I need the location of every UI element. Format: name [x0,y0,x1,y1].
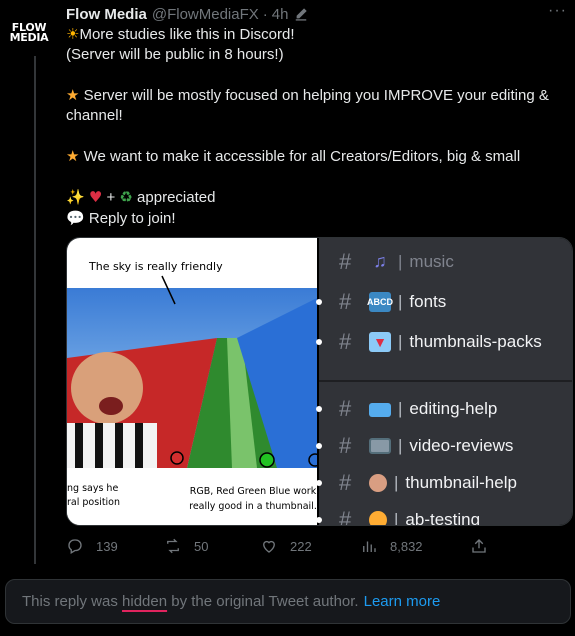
sun-icon: ☀ [66,25,80,43]
tweet-actions: 139 50 222 8,832 [66,536,496,556]
text-appreciated: appreciated [137,189,216,206]
text-line-6: Reply to join! [88,210,176,227]
unread-dot [316,479,322,486]
laptop-icon [369,402,391,417]
hash-icon: # [339,395,352,421]
hash-icon: # [339,506,352,526]
channel-music: # ♫ | music [319,243,572,280]
retweet-icon [167,538,179,554]
channel-video-reviews: # | video-reviews [316,427,572,464]
tweet-header: Flow Media @FlowMediaFX · 4h [66,4,565,24]
star-icon: ★ [66,86,80,104]
palette-icon [369,473,387,492]
hash-icon: # [339,469,352,495]
speech-bubble-icon: 💬 [66,209,85,227]
channel-editing-help: # | editing-help [316,390,572,427]
more-options-icon[interactable]: ··· [548,2,567,20]
share-button[interactable] [470,537,488,555]
heart-outline-icon [263,540,275,553]
channel-ab-testing: # | ab-testing [316,501,572,526]
tweet-text: ☀More studies like this in Discord! (Ser… [66,24,566,229]
hash-icon: # [339,288,352,314]
analytics-icon [363,541,376,552]
category-divider [319,380,572,382]
abcd-icon: ABCD [367,291,393,312]
caption-cut: ng says he ral position [67,483,121,508]
author-name[interactable]: Flow Media [66,6,147,23]
text-line-2: (Server will be public in 8 hours!) [66,46,284,63]
channel-fonts: # ABCD | fonts [316,283,572,320]
timestamp[interactable]: 4h [272,6,289,23]
channel-name: music [409,251,454,271]
caption-top: The sky is really friendly [89,260,223,273]
channel-separator: | [394,509,399,526]
text-line-4: We want to make it accessible for all Cr… [83,148,521,165]
reply-icon [68,539,82,554]
text-plus: + [106,189,116,206]
thumbnail-study-image: The sky is really friendly RGB, Red Gree… [67,238,322,525]
avatar[interactable]: FLOW MEDIA [8,12,50,54]
reply-button[interactable]: 139 [66,537,164,555]
text-line-1: More studies like this in Discord! [79,26,295,43]
media-image[interactable]: The sky is really friendly RGB, Red Gree… [66,237,573,526]
retweet-count: 50 [194,538,209,554]
channel-name: thumbnails-packs [409,331,542,351]
inbox-icon: ▼ [369,331,391,352]
avatar-text-line2: MEDIA [9,31,49,44]
discord-channel-list: # ♫ | music # ABCD | fonts # ▼ | thumbna… [316,238,572,526]
channel-name: video-reviews [409,435,514,455]
hash-icon: # [339,328,352,354]
share-icon [472,539,486,553]
edit-icon [296,8,308,21]
retweet-button[interactable]: 50 [164,537,260,555]
reply-count: 139 [96,538,118,554]
author-handle[interactable]: @FlowMediaFX [152,6,259,23]
hash-icon: # [339,248,352,274]
channel-separator: | [398,435,403,455]
separator-dot: · [262,5,268,23]
channel-name: editing-help [409,398,498,418]
views-button[interactable]: 8,832 [360,537,470,555]
unread-dot [316,298,322,305]
music-note-icon: ♫ [373,251,387,271]
notice-suffix: by the original Tweet author. [171,593,359,610]
sparkles-icon: ✨ [66,188,85,206]
heart-icon: ♥ [88,188,103,206]
learn-more-link[interactable]: Learn more [364,593,441,610]
channel-thumbnails-packs: # ▼ | thumbnails-packs [316,323,572,360]
channel-separator: | [398,291,403,311]
channel-name: thumbnail-help [405,472,517,492]
channel-separator: | [398,398,403,418]
star-icon: ★ [66,147,80,165]
unread-dot [316,516,322,523]
channel-name: ab-testing [405,509,481,526]
unread-dot [316,405,322,412]
views-count: 8,832 [390,538,423,554]
caption-bottom: RGB, Red Green Blue work really good in … [189,486,317,512]
recycle-icon: ♻ [119,188,133,206]
channel-name: fonts [409,291,447,311]
thread-line [34,56,36,564]
text-line-3: Server will be mostly focused on helping… [66,87,549,124]
hidden-reply-notice: This reply was hidden by the original Tw… [5,579,571,624]
tv-icon [369,437,391,454]
like-button[interactable]: 222 [260,537,360,555]
masks-icon [369,510,387,525]
notice-hidden-word: hidden [122,593,168,610]
notice-prefix: This reply was [22,593,118,610]
hash-icon: # [339,432,352,458]
channel-separator: | [398,251,403,271]
unread-dot [316,338,322,345]
unread-dot [316,442,322,449]
channel-separator: | [394,472,399,492]
like-count: 222 [290,538,312,554]
channel-separator: | [398,331,403,351]
channel-thumbnail-help: # | thumbnail-help [316,464,572,501]
